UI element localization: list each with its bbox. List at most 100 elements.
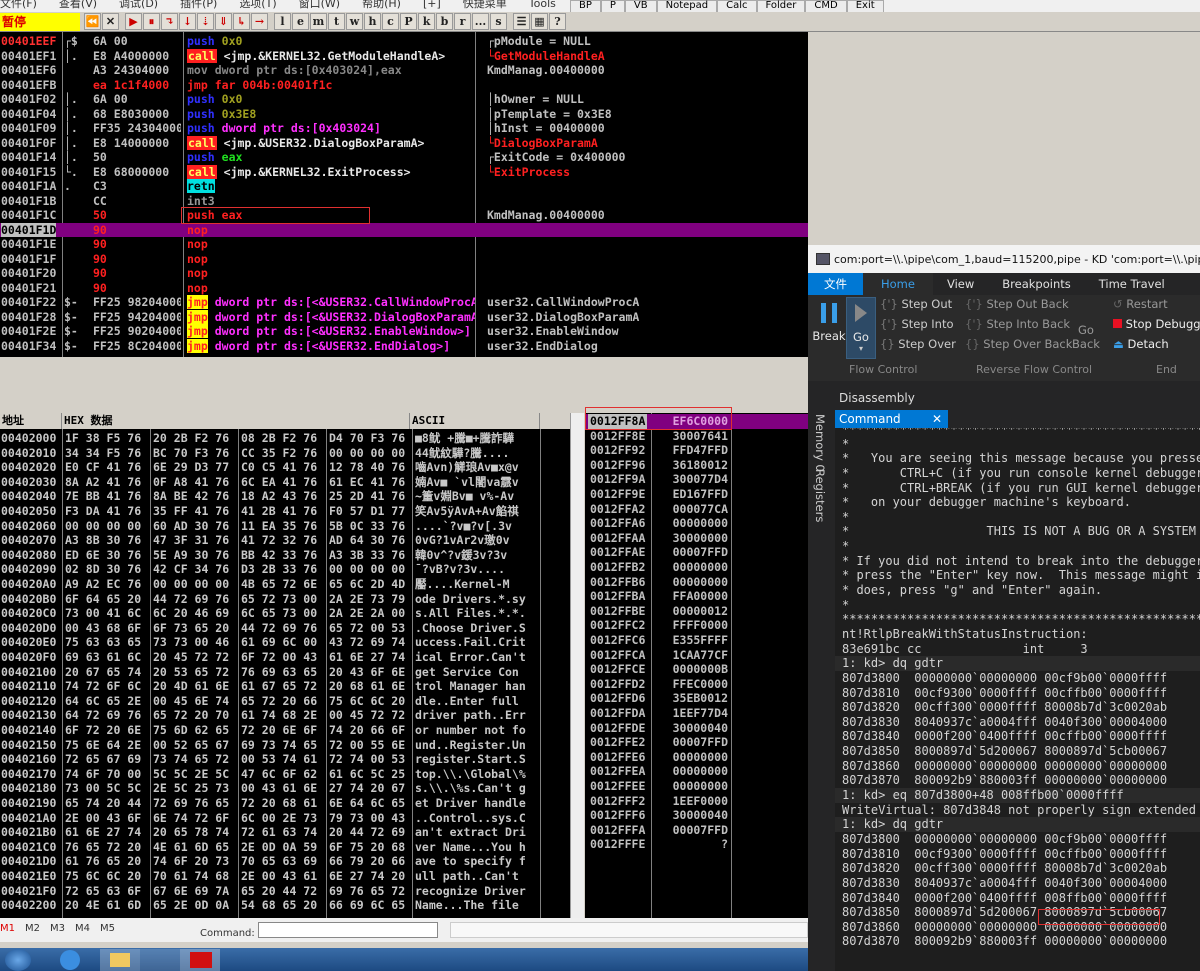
- stack-row[interactable]: 0012FF9E ED167FFD: [585, 487, 808, 502]
- toolbar-button[interactable]: ...: [472, 13, 489, 30]
- close-icon[interactable]: ✕: [932, 410, 942, 428]
- stack-row[interactable]: 0012FFB6 00000000: [585, 575, 808, 590]
- menu-item[interactable]: [+]: [423, 0, 441, 10]
- ribbon-tab[interactable]: Breakpoints: [988, 273, 1084, 295]
- memory-scrollbar[interactable]: [570, 413, 584, 918]
- toolbar-button[interactable]: ↳: [233, 13, 250, 30]
- disasm-row[interactable]: 00401F34 $- FF25 8C204000 jmp dword ptr ds:…: [0, 338, 808, 354]
- tab-memory[interactable]: Memory 0: [813, 414, 827, 472]
- step-over-back-button[interactable]: Step Over Back: [983, 337, 1072, 351]
- toolbar-button[interactable]: s: [490, 13, 507, 30]
- disasm-row[interactable]: 00401F0F │. E8 14000000 call <jmp.&USER32.D…: [0, 135, 808, 151]
- disasm-row[interactable]: 00401F1D 90 nop: [0, 222, 808, 237]
- disasm-row[interactable]: 00401F15 └. E8 68000000 call <jmp.&KERNEL32…: [0, 164, 808, 180]
- disasm-row[interactable]: 00401F1A . C3 retn: [0, 179, 808, 194]
- taskbar-app-ie[interactable]: [60, 950, 80, 970]
- disasm-row[interactable]: 00401F21 90 nop: [0, 281, 808, 296]
- disasm-row[interactable]: 00401EEF ┌$ 6A 00 push 0x0 ┌pModule = NULL: [0, 34, 808, 49]
- menu-item[interactable]: 帮助(H): [362, 0, 401, 10]
- toolbar-button[interactable]: P: [400, 13, 417, 30]
- taskbar-app-media[interactable]: [140, 949, 180, 971]
- stack-row[interactable]: 0012FFF6 30000040: [585, 808, 808, 823]
- toolbar-button[interactable]: ⇓: [215, 13, 232, 30]
- stop-debugging-button[interactable]: Stop Debugging: [1126, 317, 1200, 331]
- stack-row[interactable]: 0012FFEE 00000000: [585, 779, 808, 794]
- stack-row[interactable]: 0012FFD2 FFEC0000: [585, 677, 808, 692]
- toolbar-button[interactable]: c: [382, 13, 399, 30]
- toolbar-button[interactable]: r: [454, 13, 471, 30]
- disasm-row[interactable]: 00401F04 │. 68 E8030000 push 0x3E8 │pTemplat…: [0, 107, 808, 122]
- disasm-row[interactable]: 00401EF1 │. E8 A4000000 call <jmp.&KERNEL32…: [0, 48, 808, 64]
- memory-tab-m3[interactable]: M3: [50, 923, 65, 934]
- toolbar-button[interactable]: ⏪: [84, 13, 101, 30]
- toolbar-button[interactable]: l: [274, 13, 291, 30]
- step-over-button[interactable]: Step Over: [898, 337, 956, 351]
- stack-row[interactable]: 0012FFBE 00000012: [585, 604, 808, 619]
- toolbar-button[interactable]: ✕: [102, 13, 119, 30]
- stack-row[interactable]: 0012FFDA 1EEF77D4: [585, 706, 808, 721]
- step-into-back-button[interactable]: Step Into Back: [986, 317, 1070, 331]
- disasm-row[interactable]: 00401F1F 90 nop: [0, 252, 808, 267]
- stack-row[interactable]: 0012FFE6 00000000: [585, 750, 808, 765]
- tab-disassembly[interactable]: Disassembly: [839, 391, 915, 405]
- menu-item[interactable]: 查看(V): [59, 0, 97, 10]
- stack-row[interactable]: 0012FF8E 30007641: [585, 429, 808, 444]
- go-back-button[interactable]: Go Back: [1072, 323, 1100, 351]
- disasm-row[interactable]: 00401F22 $- FF25 98204000 jmp dword ptr ds:…: [0, 295, 808, 310]
- stack-row[interactable]: 0012FFE2 00007FFD: [585, 735, 808, 750]
- break-button[interactable]: Break: [812, 301, 846, 347]
- stack-row[interactable]: 0012FF9A 300077D4: [585, 472, 808, 487]
- menu-item[interactable]: 插件(P): [180, 0, 217, 10]
- toolbar-button[interactable]: m: [310, 13, 327, 30]
- toolbar-button[interactable]: k: [418, 13, 435, 30]
- toolbar-button[interactable]: h: [364, 13, 381, 30]
- toolbar-button[interactable]: ⇣: [197, 13, 214, 30]
- stack-row[interactable]: 0012FFEA 00000000: [585, 764, 808, 779]
- restart-button[interactable]: Restart: [1126, 297, 1167, 311]
- memory-tab-m5[interactable]: M5: [100, 923, 115, 934]
- column-header-address[interactable]: 地址: [0, 413, 62, 429]
- ribbon-tab[interactable]: Time Travel: [1085, 273, 1179, 295]
- stack-row[interactable]: 0012FFCA 1CAA77CF: [585, 648, 808, 663]
- go-button[interactable]: Go ▾: [846, 297, 876, 359]
- stack-row[interactable]: 0012FF96 36180012: [585, 458, 808, 473]
- menu-item[interactable]: 选项(T): [239, 0, 276, 10]
- stack-row[interactable]: 0012FFA6 00000000: [585, 516, 808, 531]
- menu-item[interactable]: 快捷菜单: [463, 0, 507, 10]
- toolbar-button[interactable]: ?: [549, 13, 566, 30]
- tab-registers[interactable]: Registers: [813, 469, 827, 522]
- toolbar-button[interactable]: ☰: [513, 13, 530, 30]
- toolbar-button[interactable]: ▶: [125, 13, 142, 30]
- toolbar-button[interactable]: ↓: [179, 13, 196, 30]
- menu-item[interactable]: 调试(D): [119, 0, 158, 10]
- stack-row[interactable]: 0012FFD6 35EB0012: [585, 691, 808, 706]
- detach-button[interactable]: Detach: [1128, 337, 1169, 351]
- step-out-back-button[interactable]: Step Out Back: [986, 297, 1068, 311]
- ribbon-tab[interactable]: Home: [863, 273, 933, 295]
- command-output[interactable]: ****************************************…: [835, 428, 1200, 971]
- stack-row[interactable]: 0012FFAE 00007FFD: [585, 545, 808, 560]
- stack-row[interactable]: 0012FFC6 E355FFFF: [585, 633, 808, 648]
- stack-pane[interactable]: 0012FF8A EF6C0000 0012FF8E 30007641 0012FF92…: [585, 413, 808, 918]
- disasm-row[interactable]: 00401F28 $- FF25 94204000 jmp dword ptr ds:…: [0, 309, 808, 325]
- stack-row[interactable]: 0012FFFE?: [585, 837, 808, 852]
- command-input[interactable]: [258, 922, 438, 938]
- menu-item[interactable]: Tools: [529, 0, 556, 10]
- disasm-row[interactable]: 00401F20 90 nop: [0, 266, 808, 281]
- stack-row[interactable]: 0012FFC2 FFFF0000: [585, 618, 808, 633]
- toolbar-button[interactable]: t: [328, 13, 345, 30]
- taskbar-app-ollydbg[interactable]: [180, 949, 220, 971]
- stack-row[interactable]: 0012FFDE 30000040: [585, 721, 808, 736]
- stack-row[interactable]: 0012FFCE 0000000B: [585, 662, 808, 677]
- disasm-row[interactable]: 00401F1B CC int3: [0, 194, 808, 209]
- toolbar-button[interactable]: b: [436, 13, 453, 30]
- memory-tab-m2[interactable]: M2: [25, 923, 40, 934]
- stack-row[interactable]: 0012FFBA FFA00000: [585, 589, 808, 604]
- stack-row[interactable]: 0012FFA2 000077CA: [585, 502, 808, 517]
- disassembly-pane[interactable]: 00401EEF ┌$ 6A 00 push 0x0 ┌pModule = NULL 00…: [0, 32, 808, 357]
- toolbar-button[interactable]: ↴: [161, 13, 178, 30]
- disasm-row[interactable]: 00401F1E 90 nop: [0, 237, 808, 252]
- disasm-row[interactable]: 00401EFB ea 1c1f4000 jmp far 004b:00401f1c: [0, 78, 808, 93]
- memory-tab-m4[interactable]: M4: [75, 923, 90, 934]
- column-header-ascii[interactable]: ASCII: [410, 413, 540, 429]
